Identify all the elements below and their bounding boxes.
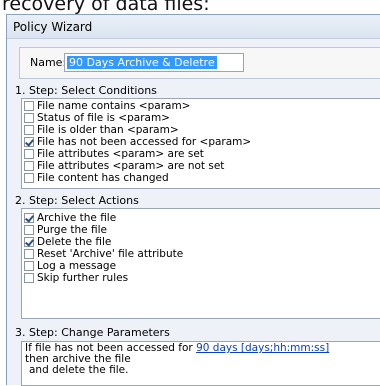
action-item[interactable]: Log a message — [22, 260, 380, 272]
policy-wizard-window: Policy Wizard Name: 90 Days Archive & De… — [6, 14, 380, 386]
window-title: Policy Wizard — [7, 15, 380, 39]
step2-title: 2. Step: Select Actions — [15, 194, 139, 207]
condition-item[interactable]: Status of file is <param> — [22, 112, 380, 124]
condition-checkbox[interactable] — [24, 161, 34, 171]
conditions-list: File name contains <param> Status of fil… — [21, 98, 380, 189]
action-item[interactable]: Skip further rules — [22, 272, 380, 284]
name-section: Name: 90 Days Archive & Deletre — [19, 47, 380, 79]
parameters-box[interactable]: If file has not been accessed for 90 day… — [21, 341, 380, 386]
condition-checkbox[interactable] — [24, 173, 34, 183]
condition-checkbox[interactable] — [24, 113, 34, 123]
condition-checkbox[interactable] — [24, 101, 34, 111]
action-checkbox[interactable] — [24, 261, 34, 271]
name-input[interactable]: 90 Days Archive & Deletre — [64, 53, 244, 72]
condition-checkbox[interactable] — [24, 125, 34, 135]
condition-item[interactable]: File has not been accessed for <param> — [22, 136, 380, 148]
condition-item[interactable]: File attributes <param> are not set — [22, 160, 380, 172]
action-checkbox[interactable] — [24, 213, 34, 223]
action-item[interactable]: Purge the file — [22, 224, 380, 236]
action-checkbox[interactable] — [24, 249, 34, 259]
condition-item[interactable]: File content has changed — [22, 172, 380, 184]
step1-title: 1. Step: Select Conditions — [15, 84, 157, 97]
actions-list: Archive the file Purge the file Delete t… — [21, 208, 380, 319]
condition-item[interactable]: File attributes <param> are set — [22, 148, 380, 160]
step3-title: 3. Step: Change Parameters — [15, 326, 170, 339]
condition-item[interactable]: File name contains <param> — [22, 100, 380, 112]
action-checkbox[interactable] — [24, 237, 34, 247]
param-link[interactable]: 90 days [days;hh:mm:ss] — [196, 342, 329, 354]
condition-checkbox[interactable] — [24, 149, 34, 159]
name-label: Name: — [30, 56, 67, 69]
name-input-value: 90 Days Archive & Deletre — [67, 56, 217, 69]
action-item[interactable]: Reset 'Archive' file attribute — [22, 248, 380, 260]
action-item[interactable]: Archive the file — [22, 212, 380, 224]
condition-checkbox[interactable] — [24, 137, 34, 147]
action-checkbox[interactable] — [24, 273, 34, 283]
action-checkbox[interactable] — [24, 225, 34, 235]
param-line-3: and delete the file. — [29, 364, 129, 376]
action-item[interactable]: Delete the file — [22, 236, 380, 248]
condition-item[interactable]: File is older than <param> — [22, 124, 380, 136]
